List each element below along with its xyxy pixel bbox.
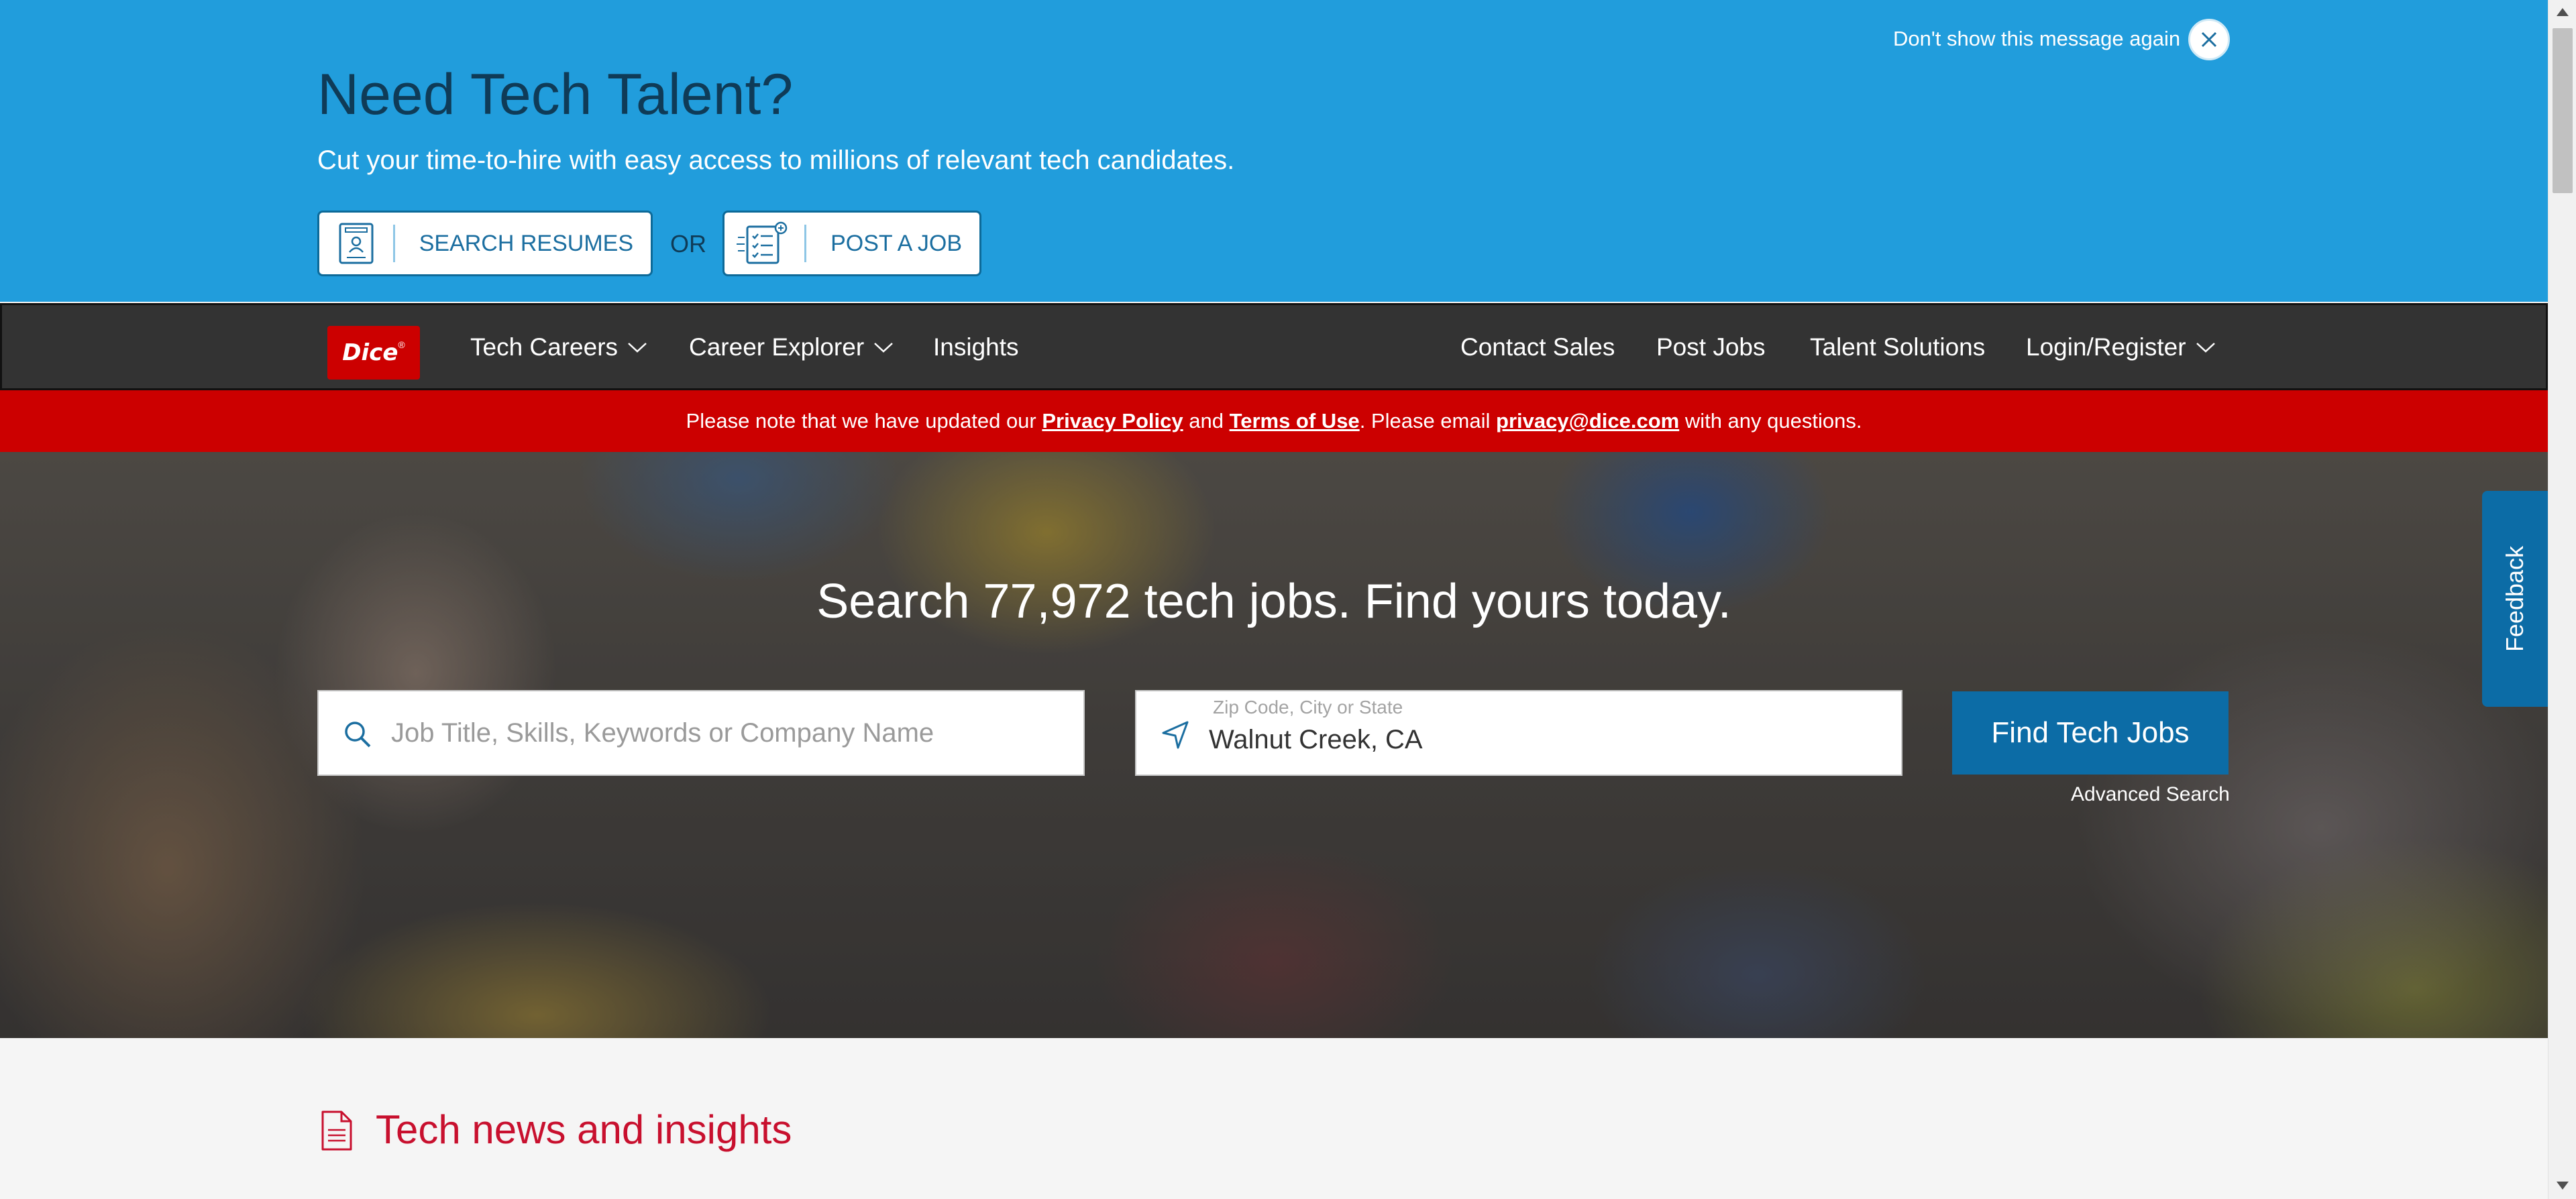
hero-section: Search 77,972 tech jobs. Find yours toda… bbox=[0, 452, 2548, 1038]
logo-text: Dice bbox=[342, 339, 398, 366]
nav-label: Insights bbox=[933, 333, 1019, 361]
find-tech-jobs-button[interactable]: Find Tech Jobs bbox=[1952, 691, 2229, 775]
close-button[interactable] bbox=[2188, 19, 2230, 60]
logo-registered-mark: ® bbox=[398, 339, 405, 350]
chevron-down-icon bbox=[2196, 343, 2215, 353]
nav-contact-sales[interactable]: Contact Sales bbox=[1460, 333, 1615, 361]
nav-login-register[interactable]: Login/Register bbox=[2026, 333, 2216, 361]
dismiss-message-link[interactable]: Don't show this message again bbox=[1893, 27, 2180, 51]
privacy-text: Please note that we have updated our bbox=[686, 409, 1042, 433]
promo-banner: Need Tech Talent? Cut your time-to-hire … bbox=[0, 0, 2548, 302]
nav-career-explorer[interactable]: Career Explorer bbox=[689, 333, 894, 361]
terms-of-use-link[interactable]: Terms of Use bbox=[1230, 409, 1360, 433]
news-section-title: Tech news and insights bbox=[376, 1107, 792, 1152]
privacy-text: . Please email bbox=[1359, 409, 1497, 433]
main-nav: Dice ® Tech Careers Career Explorer Insig… bbox=[0, 303, 2548, 390]
scroll-thumb[interactable] bbox=[2553, 28, 2573, 193]
job-list-icon bbox=[724, 221, 807, 264]
privacy-email-link[interactable]: privacy@dice.com bbox=[1496, 409, 1679, 433]
privacy-policy-link[interactable]: Privacy Policy bbox=[1042, 409, 1183, 433]
dice-logo[interactable]: Dice ® bbox=[327, 326, 420, 380]
or-separator: OR bbox=[670, 230, 706, 258]
hero-title: Search 77,972 tech jobs. Find yours toda… bbox=[816, 575, 1731, 628]
privacy-text: with any questions. bbox=[1679, 409, 1862, 433]
promo-subtitle: Cut your time-to-hire with easy access t… bbox=[317, 146, 1235, 175]
nav-label: Tech Careers bbox=[470, 333, 619, 361]
nav-talent-solutions[interactable]: Talent Solutions bbox=[1810, 333, 1985, 361]
nav-label: Login/Register bbox=[2026, 333, 2186, 361]
location-arrow-icon bbox=[1162, 721, 1189, 749]
nav-insights[interactable]: Insights bbox=[933, 333, 1019, 361]
post-a-job-button[interactable]: POST A JOB bbox=[722, 211, 981, 276]
resume-document-icon bbox=[319, 223, 395, 264]
page-scrollbar[interactable] bbox=[2548, 0, 2576, 1199]
search-resumes-button[interactable]: SEARCH RESUMES bbox=[317, 211, 653, 276]
feedback-label: Feedback bbox=[2501, 545, 2529, 652]
nav-label: Contact Sales bbox=[1460, 333, 1615, 361]
search-resumes-label: SEARCH RESUMES bbox=[419, 230, 633, 256]
nav-post-jobs[interactable]: Post Jobs bbox=[1656, 333, 1765, 361]
chevron-down-icon bbox=[874, 343, 894, 353]
promo-title: Need Tech Talent? bbox=[317, 62, 794, 127]
search-icon bbox=[345, 722, 371, 748]
keyword-search-box bbox=[317, 690, 1085, 776]
advanced-search-link[interactable]: Advanced Search bbox=[2071, 783, 2230, 806]
nav-label: Post Jobs bbox=[1656, 333, 1766, 361]
scroll-down-arrow-icon[interactable] bbox=[2557, 1182, 2569, 1190]
document-icon bbox=[321, 1110, 352, 1151]
keyword-search-input[interactable] bbox=[391, 691, 1062, 775]
nav-label: Talent Solutions bbox=[1810, 333, 1986, 361]
nav-label: Career Explorer bbox=[689, 333, 865, 361]
location-search-box: Zip Code, City or State bbox=[1135, 690, 1902, 776]
chevron-down-icon bbox=[628, 343, 647, 353]
privacy-notice: Please note that we have updated our Pri… bbox=[0, 390, 2548, 452]
nav-tech-careers[interactable]: Tech Careers bbox=[470, 333, 647, 361]
close-icon bbox=[2201, 32, 2217, 48]
post-a-job-label: POST A JOB bbox=[830, 230, 962, 256]
scroll-up-arrow-icon[interactable] bbox=[2557, 8, 2569, 16]
feedback-tab[interactable]: Feedback bbox=[2482, 491, 2548, 707]
privacy-text: and bbox=[1183, 409, 1230, 433]
location-search-input[interactable] bbox=[1209, 706, 1880, 773]
